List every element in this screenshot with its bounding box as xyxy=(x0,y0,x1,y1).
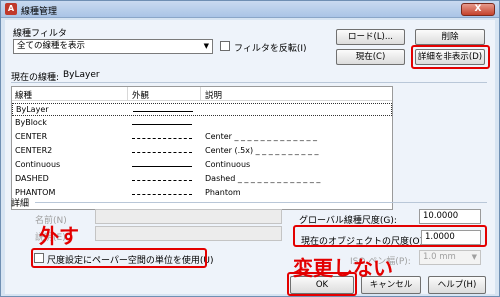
table-row[interactable]: ByLayer xyxy=(12,103,392,116)
row-name: CENTER xyxy=(15,132,48,141)
column-header-description[interactable]: 説明 xyxy=(205,89,222,101)
linetype-sample xyxy=(132,138,192,139)
filter-selected-value: 全ての線種を表示 xyxy=(17,41,86,51)
close-button[interactable]: X xyxy=(461,3,495,16)
row-description: Phantom xyxy=(205,188,241,197)
row-name: ByBlock xyxy=(15,118,47,127)
linetype-sample xyxy=(132,152,192,153)
row-name: ByLayer xyxy=(16,105,49,114)
table-row[interactable]: CENTER2 Center (.5x) _ _ _ _ _ _ _ _ _ _ xyxy=(12,145,392,158)
table-row[interactable]: ByBlock xyxy=(12,117,392,130)
linetype-sample xyxy=(132,180,192,181)
invert-filter-label: フィルタを反転(I) xyxy=(234,44,307,54)
linetype-list-header: 線種 外観 説明 xyxy=(12,87,392,101)
row-description: Continuous xyxy=(205,160,251,169)
column-header-linetype[interactable]: 線種 xyxy=(15,89,32,101)
row-description: Center _ _ _ _ _ _ _ _ _ _ _ _ _ xyxy=(205,132,317,141)
highlight-paper-space xyxy=(31,248,207,268)
filter-label: 線種フィルタ xyxy=(13,29,67,39)
chevron-down-icon: ▼ xyxy=(203,42,209,50)
invert-filter-checkbox[interactable] xyxy=(220,41,230,51)
divider xyxy=(11,82,487,83)
row-description: Dashed _ _ _ _ _ _ _ _ _ _ _ _ _ xyxy=(205,174,321,183)
row-name: Continuous xyxy=(15,160,61,169)
set-current-button[interactable]: 現在(C) xyxy=(336,49,405,65)
row-description: Center (.5x) _ _ _ _ _ _ _ _ _ _ xyxy=(205,146,319,155)
table-row[interactable]: DASHED Dashed _ _ _ _ _ _ _ _ _ _ _ _ _ xyxy=(12,173,392,186)
linetype-sample xyxy=(133,111,193,112)
name-field[interactable] xyxy=(95,209,282,224)
load-button[interactable]: ロード(L)... xyxy=(336,29,405,45)
table-row[interactable]: Continuous Continuous xyxy=(12,159,392,172)
details-divider xyxy=(35,202,487,203)
table-row[interactable]: PHANTOM Phantom xyxy=(12,187,392,200)
highlight-current-scale xyxy=(293,225,487,247)
dialog-body: 線種フィルタ 全ての線種を表示 ▼ フィルタを反転(I) ロード(L)... 削… xyxy=(5,20,495,296)
annotation-dont-change: 変更しない xyxy=(293,256,393,280)
column-divider xyxy=(127,87,128,101)
column-header-appearance[interactable]: 外観 xyxy=(132,89,149,101)
chevron-down-icon: ▼ xyxy=(471,253,477,261)
row-name: CENTER2 xyxy=(15,146,53,155)
linetype-sample xyxy=(132,194,192,195)
pen-width-select[interactable]: 1.0 mm ▼ xyxy=(419,250,481,265)
linetype-sample xyxy=(132,166,192,167)
filter-select[interactable]: 全ての線種を表示 ▼ xyxy=(13,39,213,54)
pen-width-value: 1.0 mm xyxy=(423,252,456,262)
help-button[interactable]: ヘルプ(H) xyxy=(428,276,486,294)
current-linetype-value: ByLayer xyxy=(63,70,100,80)
delete-button[interactable]: 削除 xyxy=(415,29,485,45)
description-field[interactable] xyxy=(95,226,282,241)
linetype-manager-dialog: A 線種管理 X 線種フィルタ 全ての線種を表示 ▼ フィルタを反転(I) ロー… xyxy=(0,0,500,297)
linetype-sample xyxy=(132,124,192,125)
column-divider xyxy=(200,87,201,101)
details-section-label: 詳細 xyxy=(11,199,30,209)
title-bar: A 線種管理 X xyxy=(1,1,499,18)
annotation-remove: 外す xyxy=(39,224,79,248)
window-title: 線種管理 xyxy=(21,7,58,17)
autocad-app-icon: A xyxy=(5,3,17,15)
linetype-list[interactable]: 線種 外観 説明 ByLayer ByBlock CENTER Center _… xyxy=(11,86,393,210)
row-name: DASHED xyxy=(15,174,49,183)
global-scale-field[interactable]: 10.0000 xyxy=(419,209,481,224)
highlight-hide-details xyxy=(411,45,490,69)
table-row[interactable]: CENTER Center _ _ _ _ _ _ _ _ _ _ _ _ _ xyxy=(12,131,392,144)
